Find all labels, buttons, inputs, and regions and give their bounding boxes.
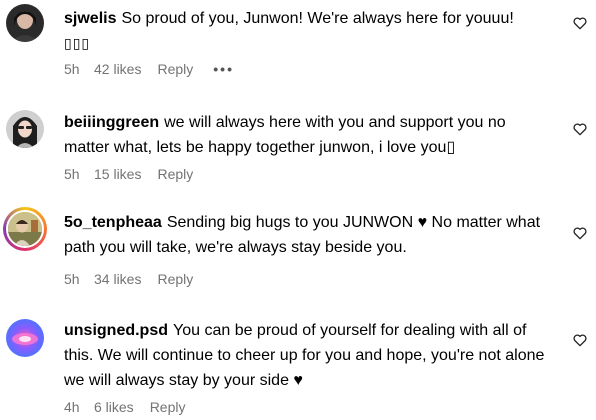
comment-body: unsigned.psd You can be proud of yourself… (64, 318, 548, 393)
comment-meta: 4h 6 likes Reply (64, 399, 205, 415)
profile-photo-icon (6, 4, 44, 42)
comment-username[interactable]: beiiinggreen (64, 114, 159, 131)
reply-button[interactable]: Reply (157, 61, 193, 77)
comment-body: beiiinggreen we will always here with you… (64, 110, 548, 160)
profile-photo-story-ring-icon (8, 212, 42, 246)
like-count[interactable]: 6 likes (94, 399, 134, 415)
comment-time: 5h (64, 61, 80, 77)
heart-outline-icon[interactable] (572, 121, 588, 137)
like-count[interactable]: 42 likes (94, 61, 141, 77)
comment-username[interactable]: 5o_tenpheaa (64, 214, 162, 231)
comment-meta: 5h 15 likes Reply (64, 166, 213, 182)
comment-body: 5o_tenpheaa Sending big hugs to you JUNWO… (64, 210, 548, 260)
reply-button[interactable]: Reply (157, 271, 193, 287)
avatar[interactable] (3, 207, 47, 251)
profile-photo-icon (6, 110, 44, 148)
comment-username[interactable]: sjwelis (64, 10, 116, 27)
comment-meta: 5h 34 likes Reply (64, 271, 213, 287)
like-count[interactable]: 34 likes (94, 271, 141, 287)
heart-outline-icon[interactable] (572, 15, 588, 31)
reply-button[interactable]: Reply (150, 399, 186, 415)
avatar[interactable] (6, 4, 44, 42)
comment-meta: 5h 42 likes Reply ••• (64, 61, 234, 77)
avatar[interactable] (6, 319, 44, 357)
comment-text: So proud of you, Junwon! We're always he… (121, 10, 514, 27)
comment-time: 5h (64, 271, 80, 287)
comment-username[interactable]: unsigned.psd (64, 322, 168, 339)
reply-button[interactable]: Reply (157, 166, 193, 182)
profile-photo-icon (6, 319, 44, 357)
more-options-button[interactable]: ••• (213, 61, 234, 77)
comment-body: sjwelis So proud of you, Junwon! We're al… (64, 6, 548, 57)
comment-time: 5h (64, 166, 80, 182)
avatar[interactable] (6, 110, 44, 148)
heart-outline-icon[interactable] (572, 332, 588, 348)
emoji-placeholder: ▯▯▯ (64, 36, 91, 52)
like-count[interactable]: 15 likes (94, 166, 141, 182)
comment-time: 4h (64, 399, 80, 415)
heart-outline-icon[interactable] (572, 225, 588, 241)
